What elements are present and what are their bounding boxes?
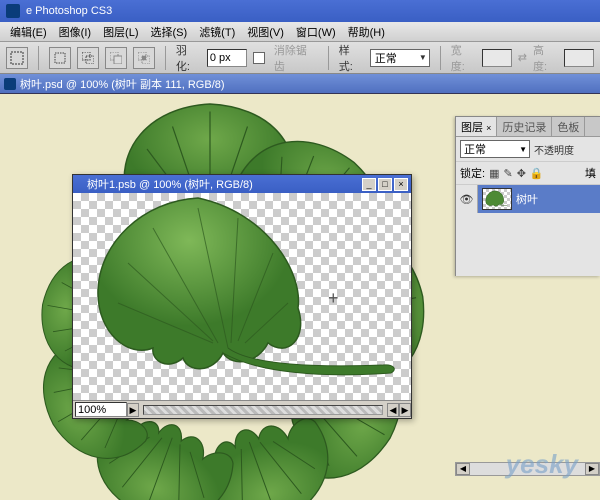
floating-canvas[interactable]: + — [73, 193, 411, 400]
menubar: 编辑(E) 图像(I) 图层(L) 选择(S) 滤镜(T) 视图(V) 窗口(W… — [0, 22, 600, 42]
marquee-tool-icon[interactable] — [6, 47, 28, 69]
antialias-checkbox[interactable] — [253, 52, 265, 64]
zoom-arrow-button[interactable]: ▶ — [127, 403, 139, 417]
menu-image[interactable]: 图像(I) — [53, 24, 97, 40]
blend-mode-combo[interactable]: 正常 — [460, 140, 530, 158]
feather-label: 羽化: — [176, 42, 201, 74]
selection-subtract-icon[interactable] — [105, 47, 127, 69]
options-bar: 羽化: 消除锯齿 样式: 正常 宽度: ⇄ 高度: — [0, 42, 600, 74]
lock-position-icon[interactable]: ✥ — [517, 167, 526, 180]
layer-thumbnail[interactable] — [482, 188, 512, 210]
tab-history[interactable]: 历史记录 — [497, 117, 552, 136]
fill-label: 填 — [585, 165, 596, 181]
document-title: 树叶.psd @ 100% (树叶 副本 111, RGB/8) — [20, 76, 225, 92]
width-label: 宽度: — [451, 42, 476, 74]
scroll-left-button[interactable]: ◀ — [387, 403, 399, 417]
floating-doc-title: 树叶1.psb @ 100% (树叶, RGB/8) — [87, 176, 253, 192]
panel-tabs: 图层 × 历史记录 色板 — [456, 117, 600, 137]
layer-row[interactable]: 👁 树叶 — [456, 185, 600, 213]
status-strip — [143, 405, 383, 415]
document-titlebar: 树叶.psd @ 100% (树叶 副本 111, RGB/8) — [0, 74, 600, 94]
menu-view[interactable]: 视图(V) — [241, 24, 290, 40]
panel-scrollbar[interactable]: ◀ ▶ — [455, 462, 600, 476]
main-canvas[interactable]: 树叶1.psb @ 100% (树叶, RGB/8) _ □ × + ▶ — [0, 94, 600, 500]
floating-statusbar: ▶ ◀ ▶ — [73, 400, 411, 418]
floating-doc-titlebar[interactable]: 树叶1.psb @ 100% (树叶, RGB/8) _ □ × — [73, 175, 411, 193]
selection-intersect-icon[interactable] — [133, 47, 155, 69]
layer-name[interactable]: 树叶 — [516, 191, 538, 207]
tab-swatches[interactable]: 色板 — [552, 117, 585, 136]
height-label: 高度: — [533, 42, 558, 74]
menu-help[interactable]: 帮助(H) — [342, 24, 391, 40]
ps-doc-icon — [4, 78, 16, 90]
tab-layers[interactable]: 图层 × — [456, 117, 497, 136]
floating-document-window[interactable]: 树叶1.psb @ 100% (树叶, RGB/8) _ □ × + ▶ — [72, 174, 412, 419]
visibility-eye-icon[interactable]: 👁 — [456, 185, 478, 213]
menu-layer[interactable]: 图层(L) — [97, 24, 144, 40]
leaf-layer-content — [73, 193, 411, 400]
maximize-button[interactable]: □ — [378, 178, 392, 191]
layer-list: 👁 树叶 — [456, 185, 600, 213]
close-button[interactable]: × — [394, 178, 408, 191]
zoom-input[interactable] — [75, 402, 127, 417]
menu-filter[interactable]: 滤镜(T) — [193, 24, 241, 40]
style-label: 样式: — [339, 42, 364, 74]
selection-add-icon[interactable] — [77, 47, 99, 69]
lock-transparency-icon[interactable]: ▦ — [489, 167, 499, 180]
app-title: e Photoshop CS3 — [26, 5, 112, 17]
width-input[interactable] — [482, 49, 512, 67]
antialias-label: 消除锯齿 — [274, 42, 318, 74]
height-input[interactable] — [564, 49, 594, 67]
selection-new-icon[interactable] — [49, 47, 71, 69]
minimize-button[interactable]: _ — [362, 178, 376, 191]
lock-label: 锁定: — [460, 165, 485, 181]
ps-app-icon — [6, 4, 20, 18]
menu-select[interactable]: 选择(S) — [145, 24, 194, 40]
menu-edit[interactable]: 编辑(E) — [4, 24, 53, 40]
scroll-right-icon[interactable]: ▶ — [585, 463, 599, 475]
menu-window[interactable]: 窗口(W) — [290, 24, 342, 40]
feather-input[interactable] — [207, 49, 247, 67]
app-titlebar: e Photoshop CS3 — [0, 0, 600, 22]
opacity-label: 不透明度 — [534, 142, 574, 157]
scroll-right-button[interactable]: ▶ — [399, 403, 411, 417]
lock-paint-icon[interactable]: ✎ — [503, 167, 512, 180]
scroll-left-icon[interactable]: ◀ — [456, 463, 470, 475]
style-combo[interactable]: 正常 — [370, 49, 430, 67]
ps-doc-icon — [76, 179, 87, 190]
layers-panel[interactable]: 图层 × 历史记录 色板 正常 不透明度 锁定: ▦ ✎ ✥ 🔒 填 👁 — [455, 116, 600, 276]
lock-all-icon[interactable]: 🔒 — [530, 167, 544, 180]
